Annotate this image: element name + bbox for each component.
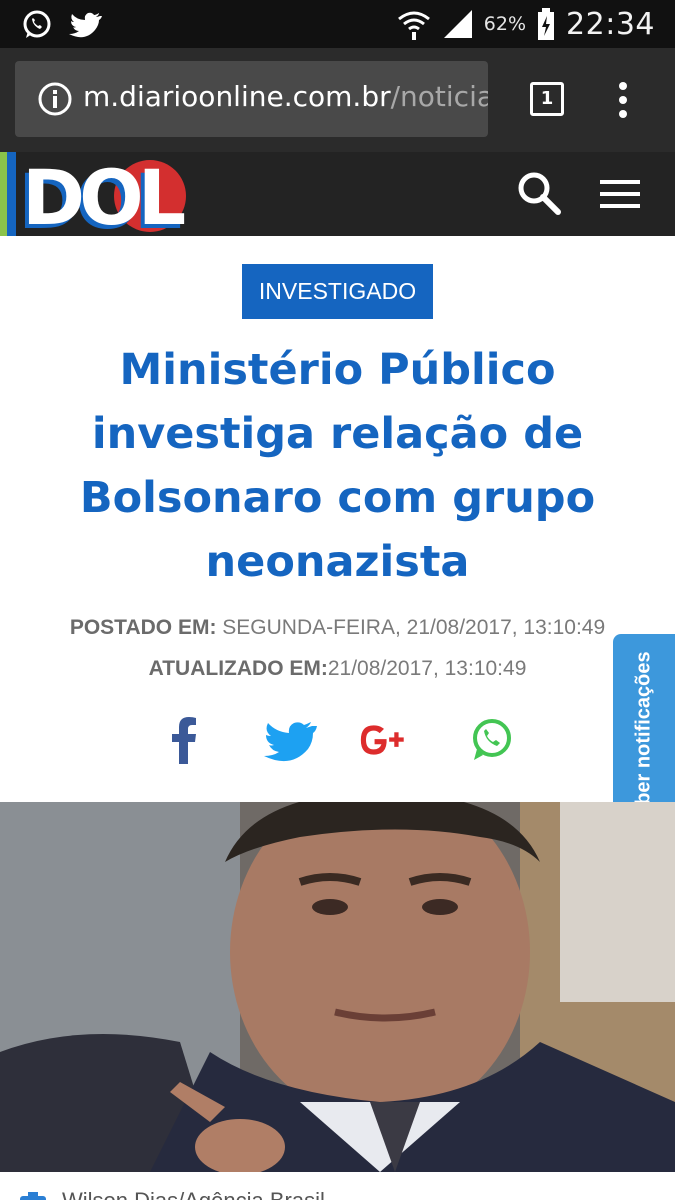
- search-icon[interactable]: [514, 168, 564, 218]
- twitter-share-icon[interactable]: [258, 712, 318, 768]
- posted-label: POSTADO EM:: [69, 616, 217, 639]
- wifi-icon: [397, 11, 430, 40]
- article-photo: [0, 802, 675, 1172]
- menu-icon[interactable]: [596, 172, 644, 216]
- svg-text:DOL: DOL: [22, 153, 185, 236]
- status-system: 62% 22:34: [396, 4, 655, 44]
- url-text[interactable]: m.diarioonline.com.br/noticia: [83, 80, 488, 113]
- posted-date: POSTADO EM: SEGUNDA-FEIRA, 21/08/2017, 1…: [0, 616, 675, 640]
- address-bar[interactable]: m.diarioonline.com.br/noticia: [15, 61, 488, 137]
- browser-toolbar: m.diarioonline.com.br/noticia 1: [0, 48, 675, 152]
- camera-icon: [20, 1192, 46, 1200]
- posted-value: SEGUNDA-FEIRA, 21/08/2017, 13:10:49: [222, 616, 606, 639]
- category-badge[interactable]: INVESTIGADO: [242, 264, 433, 319]
- overflow-menu-icon[interactable]: [608, 78, 638, 122]
- url-host: m.diarioonline.com.br: [83, 80, 391, 113]
- facebook-icon[interactable]: [154, 712, 214, 768]
- whatsapp-icon: [23, 10, 51, 38]
- battery-percent: 62%: [483, 13, 527, 35]
- status-notifications: [20, 8, 102, 42]
- site-header: DOL DOL: [0, 152, 675, 236]
- article-headline: Ministério Público investiga relação de …: [79, 345, 596, 587]
- info-icon[interactable]: [37, 81, 73, 117]
- signal-icon: [443, 10, 472, 38]
- url-path: /noticia: [390, 80, 488, 113]
- status-time: 22:34: [566, 6, 655, 42]
- dol-logo[interactable]: DOL DOL: [0, 152, 190, 236]
- status-bar: 62% 22:34: [0, 0, 675, 48]
- google-plus-icon[interactable]: [354, 712, 414, 768]
- photo-caption: Wilson Dias/Agência Brasil: [0, 1172, 675, 1200]
- battery-icon: [538, 8, 555, 40]
- updated-label: ATUALIZADO EM:: [148, 657, 328, 680]
- twitter-icon: [69, 12, 102, 38]
- updated-value: 21/08/2017, 13:10:49: [327, 657, 527, 680]
- photo-credit: Wilson Dias/Agência Brasil: [62, 1188, 325, 1200]
- whatsapp-share-icon[interactable]: [464, 712, 524, 768]
- updated-date: ATUALIZADO EM:21/08/2017, 13:10:49: [0, 657, 675, 681]
- tab-switcher-button[interactable]: 1: [530, 82, 564, 116]
